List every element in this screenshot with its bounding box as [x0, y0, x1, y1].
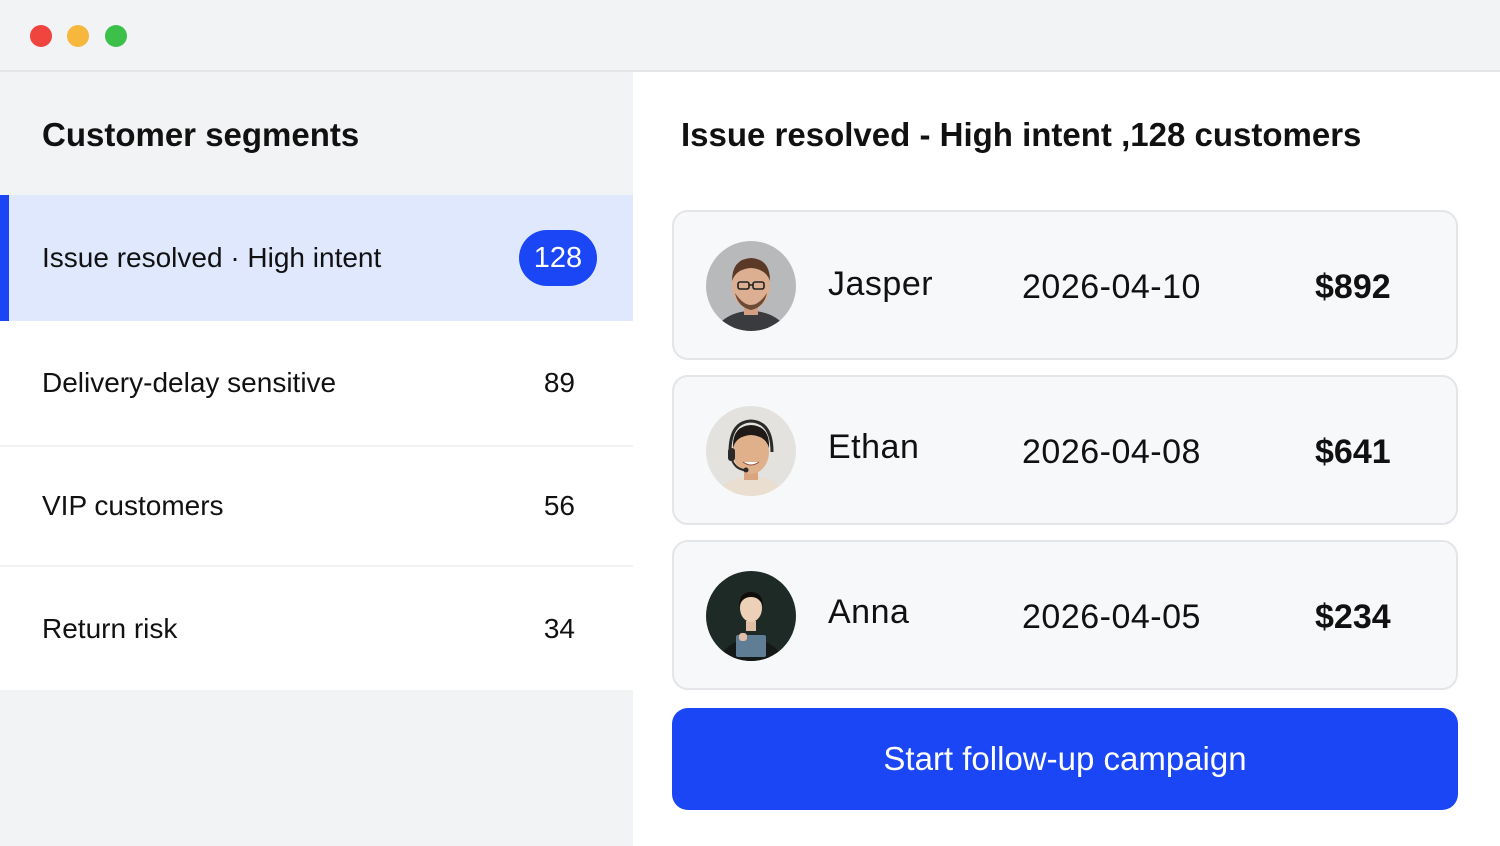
segment-count: 34: [543, 612, 575, 644]
segment-item-delivery-delay[interactable]: Delivery-delay sensitive 89: [0, 321, 633, 447]
close-window-button[interactable]: [30, 25, 52, 47]
customer-date: 2026-04-08: [1022, 433, 1201, 471]
segment-list: Issue resolved · High intent 128 Deliver…: [0, 195, 633, 690]
customer-amount: $641: [1315, 433, 1391, 471]
segment-count-badge: 128: [519, 230, 597, 286]
avatar: [706, 241, 796, 331]
segment-item-issue-resolved[interactable]: Issue resolved · High intent 128: [0, 195, 633, 321]
segment-label: Delivery-delay sensitive: [42, 367, 337, 398]
segment-label: VIP customers: [42, 490, 224, 521]
customer-amount: $892: [1315, 268, 1391, 306]
minimize-window-button[interactable]: [67, 25, 89, 47]
segment-item-vip[interactable]: VIP customers 56: [0, 447, 633, 567]
customer-card[interactable]: Jasper 2026-04-10 $892: [672, 210, 1458, 360]
man-with-glasses-avatar-icon: [706, 241, 796, 331]
segment-count: 56: [543, 490, 575, 521]
maximize-window-button[interactable]: [105, 25, 127, 47]
customer-date: 2026-04-10: [1022, 268, 1201, 306]
customer-date: 2026-04-05: [1022, 598, 1201, 636]
customer-card[interactable]: Ethan 2026-04-08 $641: [672, 375, 1458, 525]
window-titlebar: [0, 0, 1500, 72]
segment-count: 89: [543, 367, 575, 398]
segment-label: Return risk: [42, 612, 178, 644]
segment-label: Issue resolved · High intent: [42, 242, 382, 273]
segment-item-return-risk[interactable]: Return risk 34: [0, 567, 633, 690]
customer-card[interactable]: Anna 2026-04-05 $234: [672, 540, 1458, 690]
man-with-headset-avatar-icon: [706, 406, 796, 496]
avatar: [706, 571, 796, 661]
start-follow-up-campaign-button[interactable]: Start follow-up campaign: [672, 708, 1458, 810]
customer-name: Jasper: [828, 265, 934, 303]
customer-name: Ethan: [828, 428, 920, 466]
avatar: [706, 406, 796, 496]
segments-sidebar: Customer segments Issue resolved · High …: [0, 72, 633, 846]
segment-detail-title: Issue resolved - High intent ,128 custom…: [681, 116, 1362, 153]
woman-with-laptop-avatar-icon: [706, 571, 796, 661]
customer-name: Anna: [828, 593, 910, 631]
sidebar-title: Customer segments: [42, 116, 360, 153]
customer-amount: $234: [1315, 598, 1391, 636]
